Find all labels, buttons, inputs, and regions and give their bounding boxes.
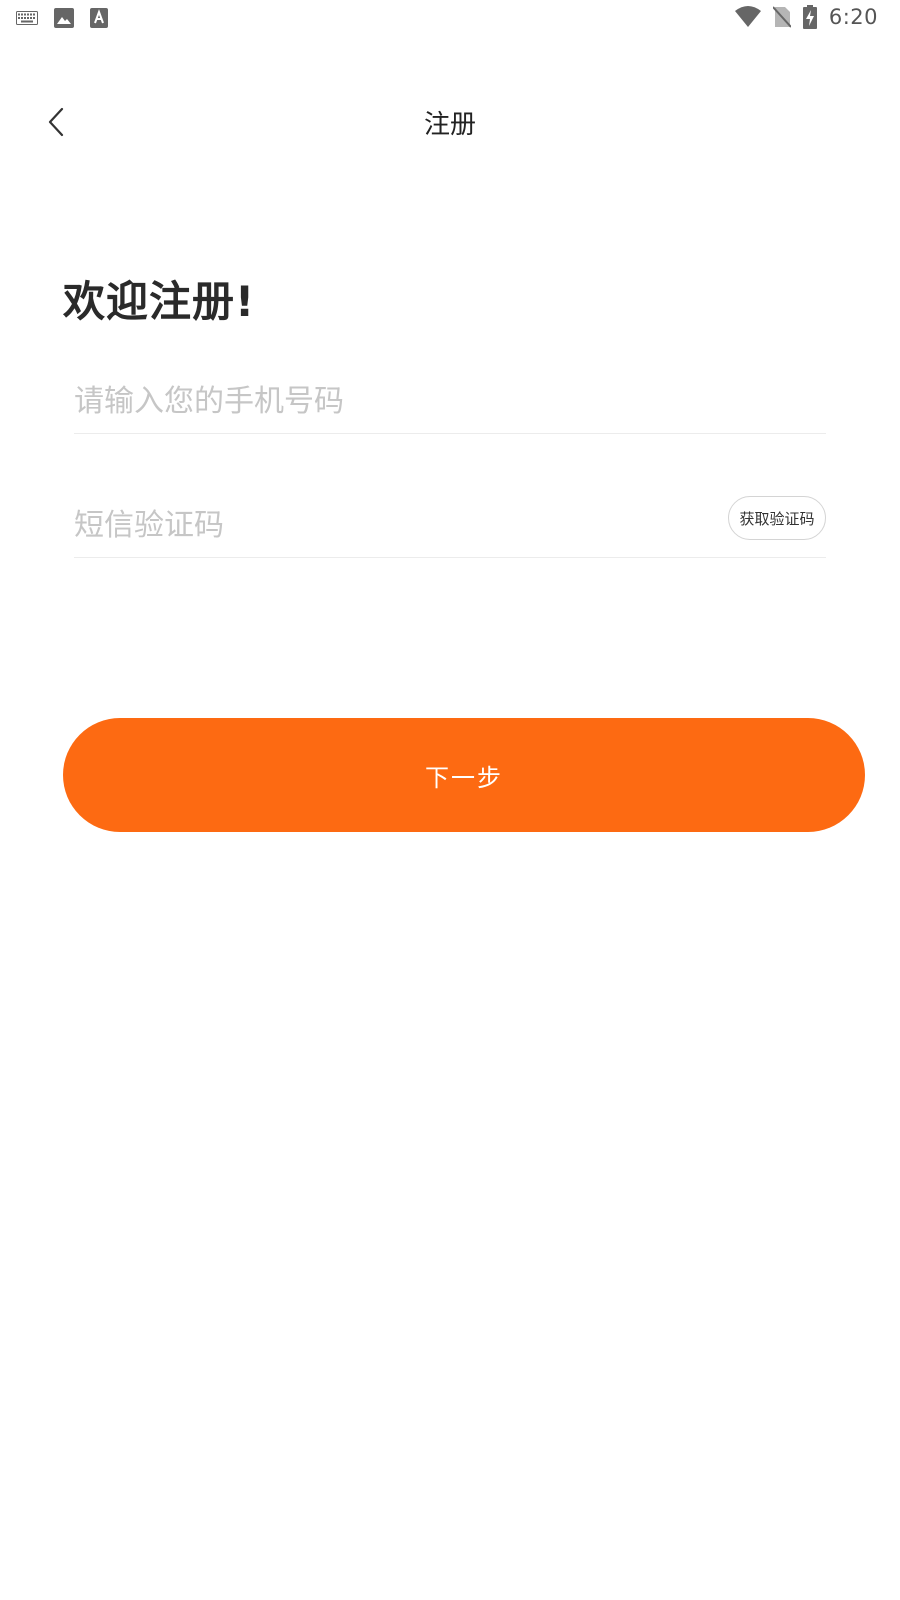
no-sim-icon — [772, 6, 791, 28]
phone-field — [74, 372, 826, 434]
wifi-icon — [734, 6, 761, 27]
sms-code-field: 获取验证码 — [74, 496, 826, 558]
page-title: 注册 — [423, 110, 476, 140]
status-right-icons: 6:20 — [734, 5, 878, 29]
app-header: 注册 — [0, 88, 900, 154]
next-step-button[interactable]: 下一步 — [63, 718, 865, 832]
status-bar: 6:20 — [0, 0, 900, 36]
get-code-button[interactable]: 获取验证码 — [728, 496, 826, 540]
image-icon — [54, 8, 74, 28]
sms-code-input[interactable] — [74, 496, 694, 554]
font-download-icon — [90, 8, 108, 28]
welcome-heading: 欢迎注册! — [63, 277, 256, 326]
status-left-icons — [16, 8, 108, 28]
keyboard-icon — [16, 11, 38, 25]
phone-input[interactable] — [74, 372, 826, 430]
status-time: 6:20 — [828, 5, 878, 29]
battery-charging-icon — [802, 5, 817, 29]
